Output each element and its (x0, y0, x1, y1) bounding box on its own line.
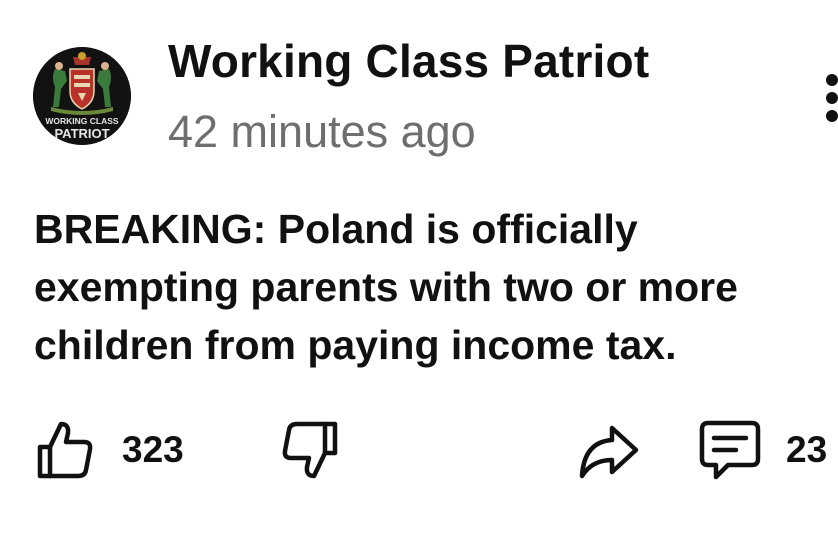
post-body: BREAKING: Poland is officially exempting… (34, 200, 838, 374)
comment-count: 23 (786, 429, 828, 470)
action-bar: 323 23 (0, 415, 838, 485)
like-button[interactable]: 323 (36, 415, 184, 485)
author-avatar[interactable]: WORKING CLASS PATRIOT (33, 47, 131, 145)
avatar-text-line1: WORKING CLASS (45, 116, 119, 126)
share-arrow-icon (579, 425, 639, 479)
vertical-ellipsis-icon[interactable] (826, 74, 838, 122)
post-body-line: exempting parents with two or more (34, 264, 738, 310)
coat-of-arms-logo: WORKING CLASS PATRIOT (33, 47, 131, 145)
thumbs-up-icon (37, 421, 93, 479)
share-button[interactable] (578, 415, 640, 485)
like-count: 323 (122, 429, 184, 470)
author-name[interactable]: Working Class Patriot (168, 34, 649, 88)
post-body-line: children from paying income tax. (34, 322, 677, 368)
dislike-button[interactable] (281, 415, 339, 485)
avatar-text-line2: PATRIOT (54, 126, 109, 141)
comment-button[interactable]: 23 (698, 415, 827, 485)
comment-icon (699, 420, 761, 480)
post-body-line: BREAKING: Poland is officially (34, 206, 638, 252)
post-timestamp: 42 minutes ago (168, 106, 476, 157)
post-card: WORKING CLASS PATRIOT Working Class Patr… (0, 0, 838, 536)
thumbs-down-icon (282, 421, 338, 479)
